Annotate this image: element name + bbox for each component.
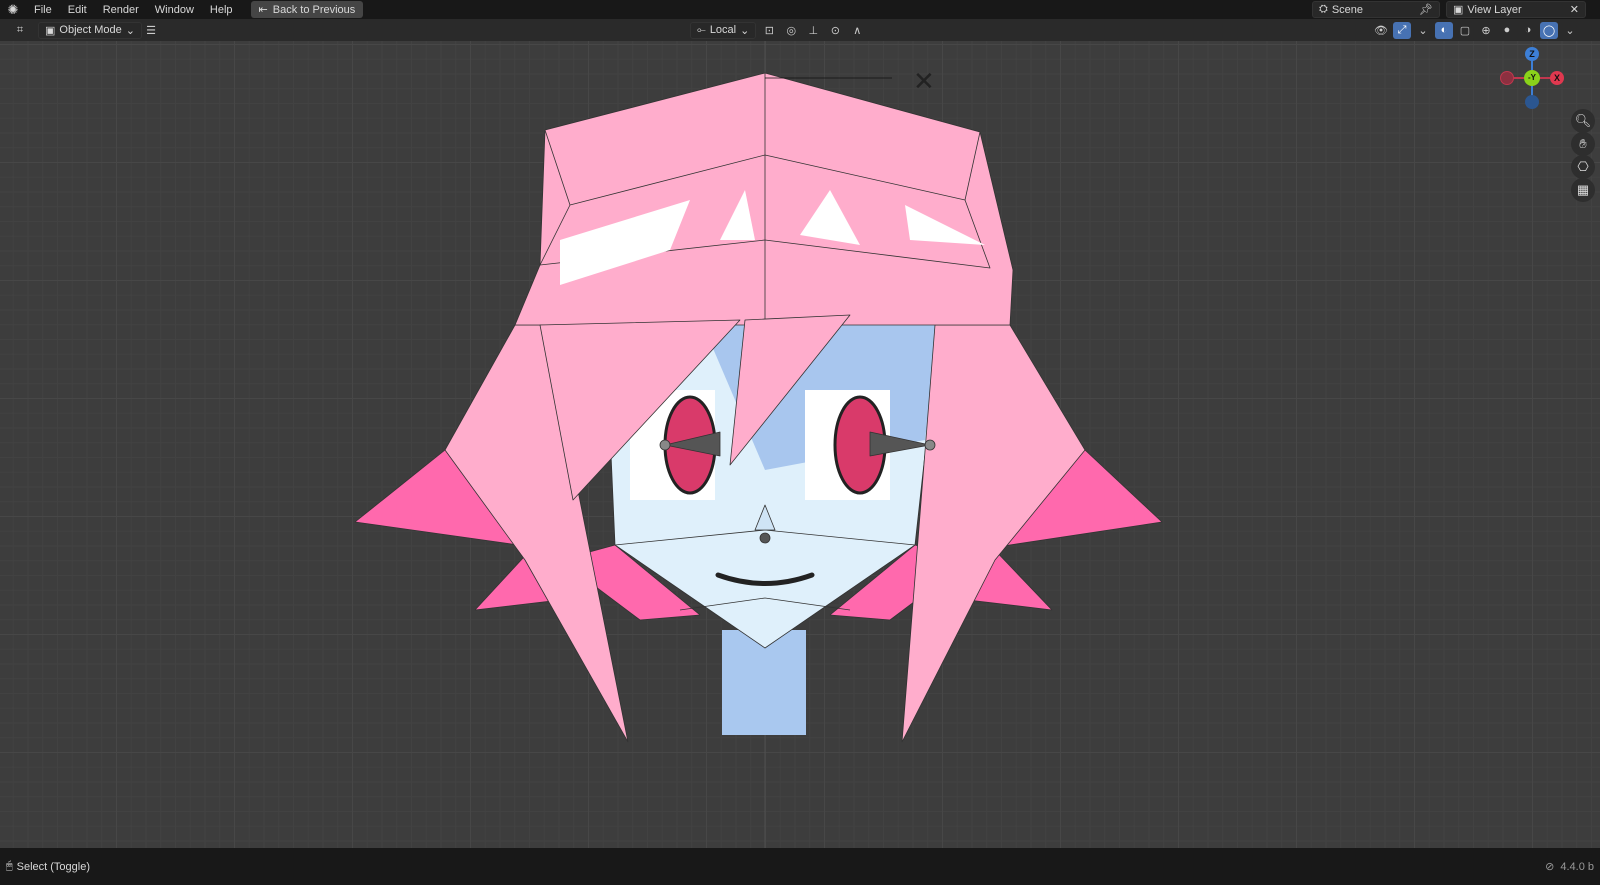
back-label: Back to Previous <box>272 3 356 16</box>
pivot-point-icon[interactable]: ⊡ <box>760 22 778 39</box>
falloff-icon[interactable]: ∧ <box>848 22 866 39</box>
editor-type-icon[interactable]: ⌗ <box>8 22 32 39</box>
perspective-grid-icon[interactable]: ▦ <box>1571 178 1595 202</box>
hair-top <box>514 72 1014 326</box>
visibility-icon[interactable]: 👁︎ <box>1372 22 1390 39</box>
pin-icon[interactable]: 📌︎ <box>1419 3 1433 16</box>
scene-selector[interactable]: ⛭ Scene 📌︎ <box>1312 1 1440 18</box>
viewport-header: ⌗ ▣ Object Mode ⌄ ☰ ⟜ Local ⌄ ⊡ ◎ ⊥ ⊙ ∧ 👁︎ … <box>0 19 1600 41</box>
mode-dropdown[interactable]: ▣ Object Mode ⌄ <box>38 21 142 39</box>
mode-label: Object Mode <box>59 24 122 36</box>
3d-viewport[interactable]: ✕ Z X -Y 🔍︎ ✋︎ ⎔ ▦ <box>0 41 1600 848</box>
menu-render[interactable]: Render <box>95 4 147 16</box>
snap-target-icon[interactable]: ⊥ <box>804 22 822 39</box>
status-bar: 🖱︎ Select (Toggle) ⊘ 4.4.0 b <box>0 848 1600 885</box>
navigation-gizmo[interactable]: Z X -Y <box>1500 46 1564 110</box>
menu-help[interactable]: Help <box>202 4 241 16</box>
solid-shading-icon[interactable]: ● <box>1498 22 1516 39</box>
wireframe-shading-icon[interactable]: ⊕ <box>1477 22 1495 39</box>
menu-window[interactable]: Window <box>147 4 202 16</box>
menu-edit[interactable]: Edit <box>60 4 95 16</box>
transform-orientation-dropdown[interactable]: ⟜ Local ⌄ <box>690 21 757 39</box>
zoom-icon[interactable]: 🔍︎ <box>1571 109 1595 133</box>
chevron-down-icon[interactable]: ⌄ <box>1561 22 1579 39</box>
back-to-previous-button[interactable]: ⇤ Back to Previous <box>250 1 364 18</box>
gizmo-neg-x[interactable] <box>1500 71 1514 85</box>
scene-name: Scene <box>1331 3 1364 16</box>
gizmo-z[interactable]: Z <box>1525 47 1539 61</box>
character-model: ✕ <box>354 41 1163 848</box>
orientation-icon: ⟜ <box>697 23 706 36</box>
blender-logo-icon[interactable]: ✺ <box>0 2 26 18</box>
rendered-shading-icon[interactable]: ◯ <box>1540 21 1558 39</box>
gizmo-toggle-icon[interactable]: ⤢ <box>1393 21 1411 39</box>
gizmo-x[interactable]: X <box>1550 71 1564 85</box>
pan-hand-icon[interactable]: ✋︎ <box>1571 132 1595 156</box>
gizmo-neg-z[interactable] <box>1525 95 1539 109</box>
proportional-edit-icon[interactable]: ⊙ <box>826 22 844 39</box>
xray-icon[interactable]: ▢ <box>1456 22 1474 39</box>
close-icon[interactable]: ✕ <box>1570 3 1579 16</box>
top-menubar: ✺ File Edit Render Window Help ⇤ Back to … <box>0 0 1600 19</box>
back-icon: ⇤ <box>258 4 268 16</box>
status-hint: Select (Toggle) <box>16 860 90 873</box>
menu-file[interactable]: File <box>26 4 60 16</box>
hamburger-menu-icon[interactable]: ☰ <box>142 22 160 39</box>
snap-icon[interactable]: ◎ <box>782 22 800 39</box>
scene-icon: ⛭ <box>1319 3 1328 15</box>
mouse-icon: 🖱︎ <box>6 860 13 872</box>
version-label: 4.4.0 b <box>1560 860 1594 873</box>
chevron-down-icon[interactable]: ⌄ <box>1414 22 1432 39</box>
view-layer-selector[interactable]: ▣ View Layer ✕ <box>1446 1 1586 18</box>
chevron-down-icon: ⌄ <box>125 24 135 37</box>
orientation-label: Local <box>709 24 737 36</box>
object-mode-icon: ▣ <box>45 24 56 37</box>
view-layer-name: View Layer <box>1467 3 1522 16</box>
material-shading-icon[interactable]: ◑ <box>1519 22 1537 39</box>
camera-view-icon[interactable]: ⎔ <box>1571 155 1595 179</box>
view-layer-icon: ▣ <box>1453 4 1464 16</box>
svg-text:✕: ✕ <box>913 67 935 97</box>
overlay-toggle-icon[interactable]: ◐ <box>1435 21 1453 39</box>
gizmo-neg-y[interactable]: -Y <box>1524 70 1540 86</box>
network-off-icon[interactable]: ⊘ <box>1545 860 1554 873</box>
